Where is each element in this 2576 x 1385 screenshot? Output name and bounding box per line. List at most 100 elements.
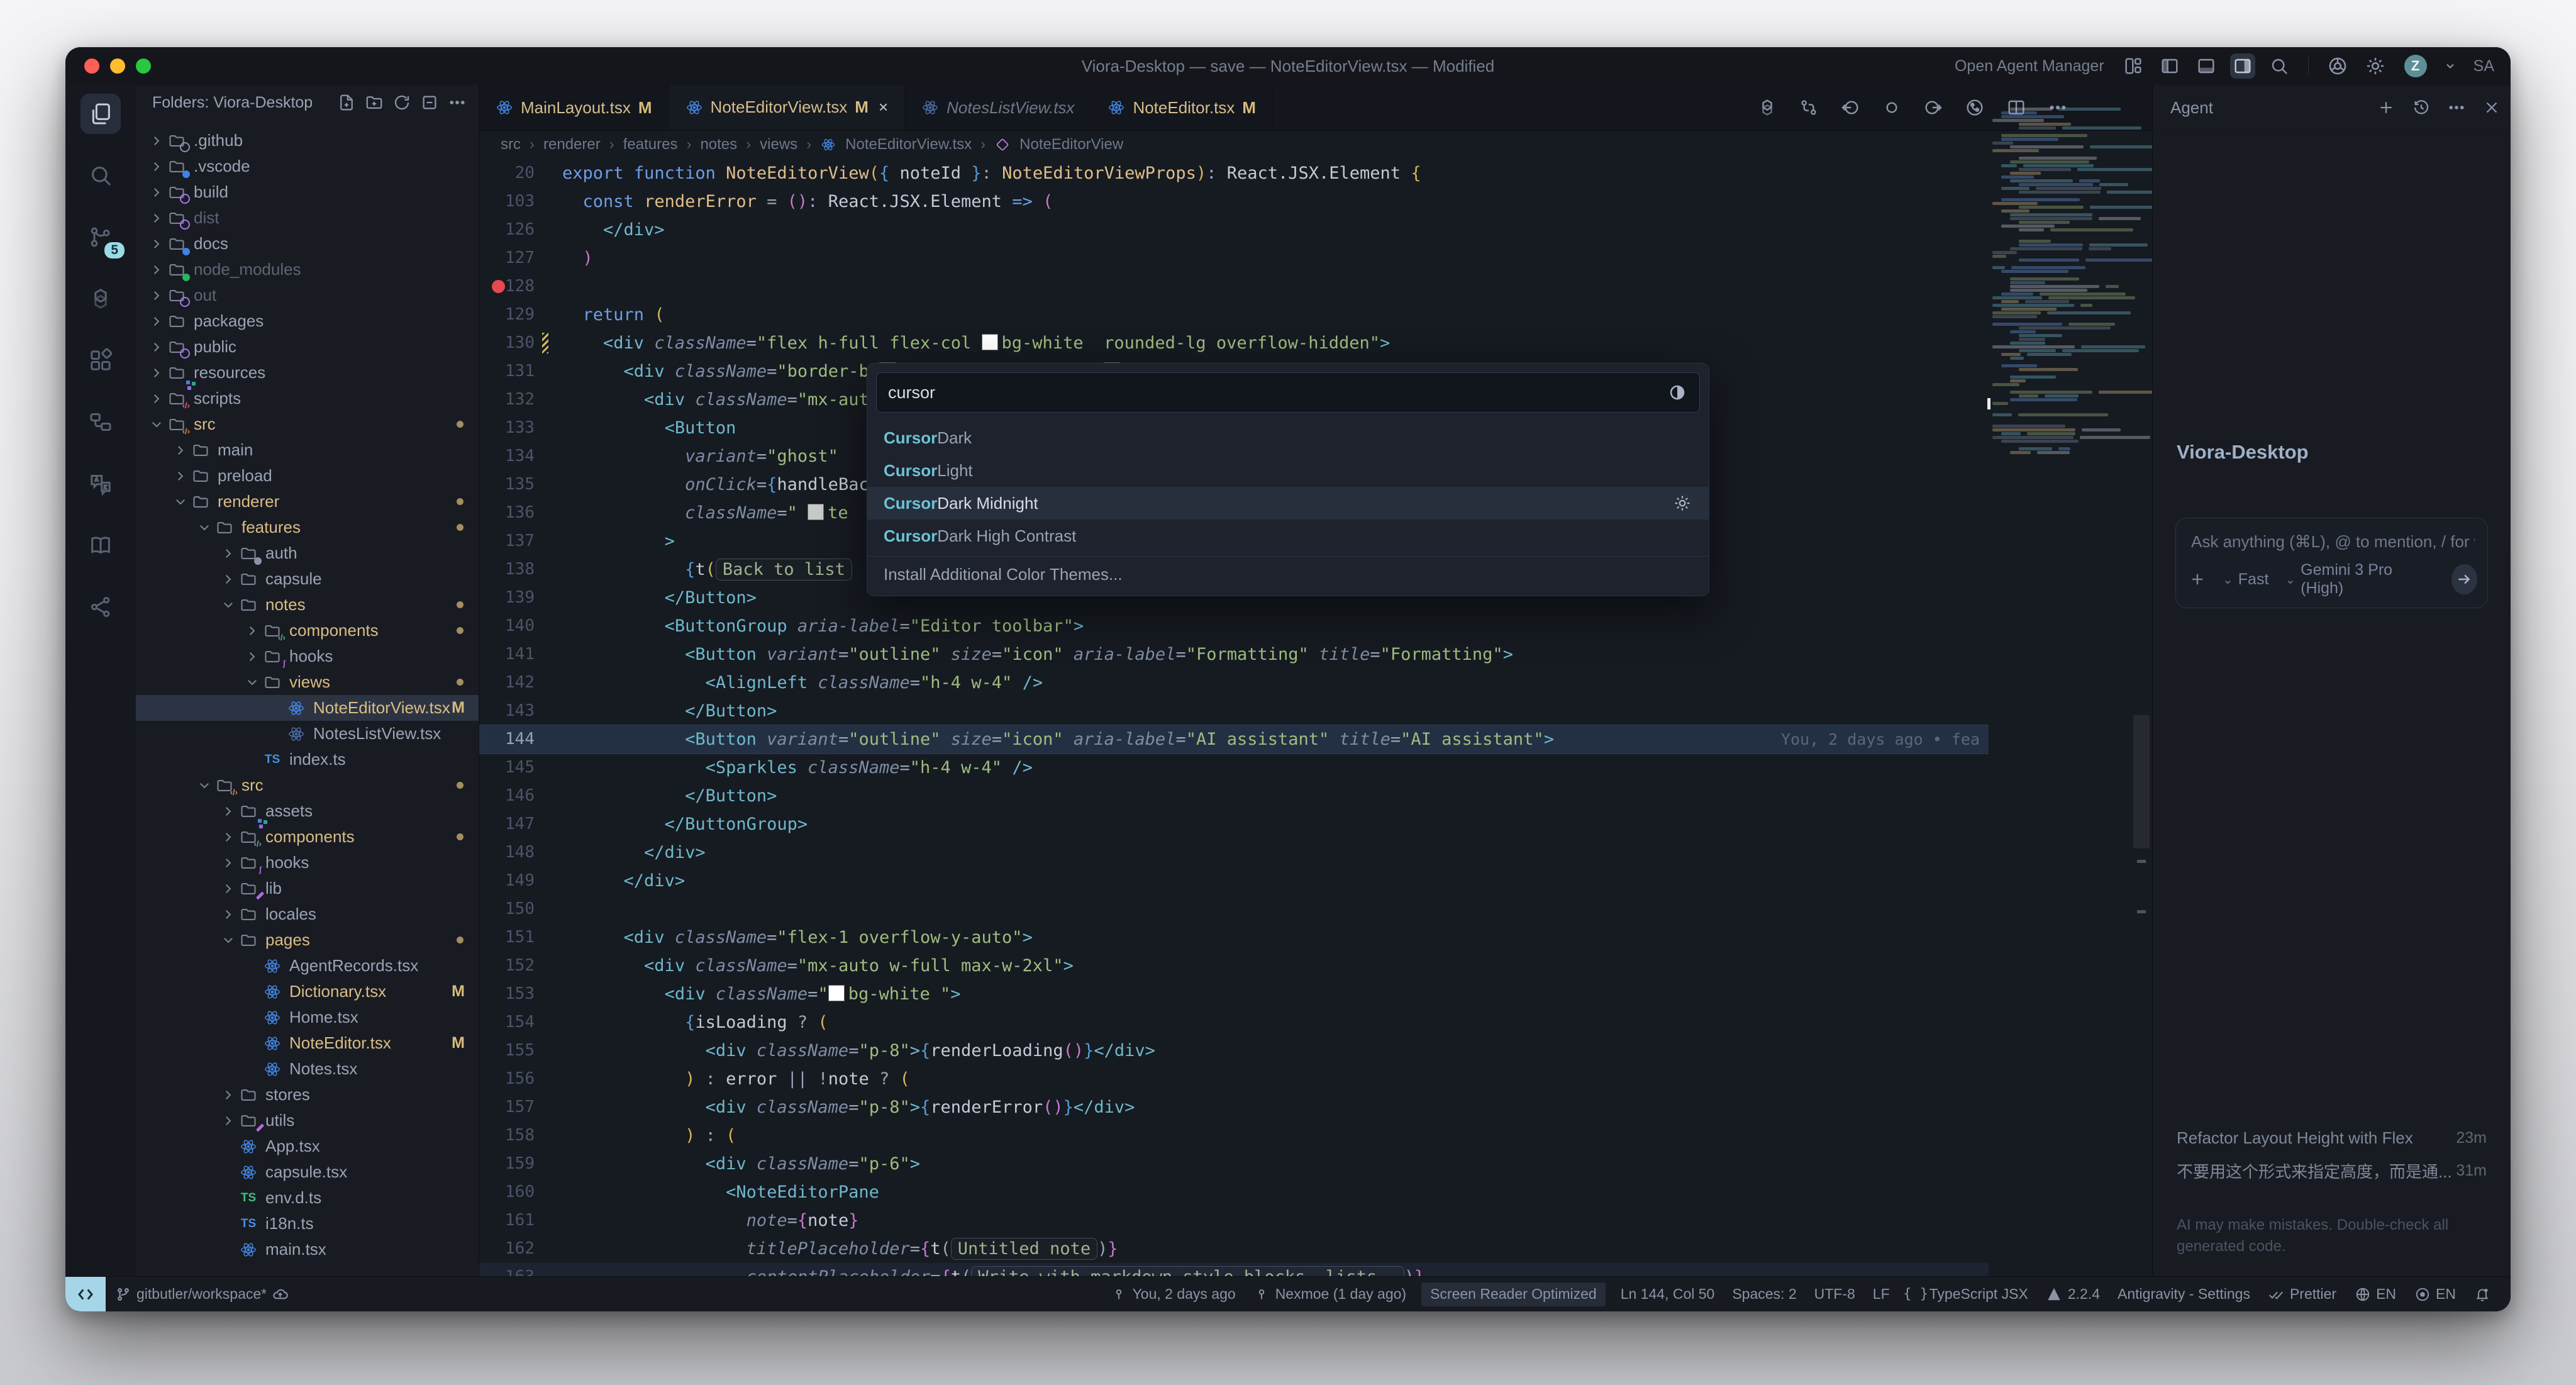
line-number[interactable]: 126 — [479, 216, 535, 244]
agent-input[interactable]: Ask anything (⌘L), @ to mention, / for w… — [2191, 532, 2475, 552]
breadcrumb-item[interactable]: src — [501, 136, 521, 153]
code-line-127[interactable]: 127 ) — [479, 244, 1989, 272]
open-agent-manager-label[interactable]: Open Agent Manager — [1955, 57, 2104, 75]
tree-item-NoteEditor.tsx[interactable]: NoteEditor.tsx M — [136, 1030, 479, 1056]
line-number[interactable]: 128 — [479, 272, 535, 301]
collapse-all-button[interactable] — [418, 91, 441, 114]
tree-item-i18n.ts[interactable]: TS i18n.ts — [136, 1211, 479, 1237]
line-number[interactable]: 160 — [479, 1178, 535, 1206]
activity-share[interactable] — [80, 587, 121, 627]
status-antigravity-settings[interactable]: Antigravity - Settings — [2109, 1286, 2259, 1303]
openai-button[interactable] — [1756, 96, 1779, 119]
tree-item-App.tsx[interactable]: App.tsx — [136, 1133, 479, 1159]
activity-flow[interactable] — [80, 402, 121, 442]
nav-forward-button[interactable] — [1922, 96, 1945, 119]
tree-item-features[interactable]: features — [136, 515, 479, 540]
avatar[interactable]: Z — [2404, 55, 2427, 77]
nav-dot-button[interactable] — [1880, 96, 1903, 119]
install-themes-item[interactable]: Install Additional Color Themes... — [867, 556, 1709, 592]
activity-files[interactable] — [80, 94, 121, 134]
breadcrumb-item[interactable]: renderer — [543, 136, 601, 153]
tree-item-components[interactable]: ‹/› components — [136, 824, 479, 850]
tab-NoteEditor.tsx[interactable]: NoteEditor.tsx M — [1091, 85, 1273, 130]
agent-input-card[interactable]: Ask anything (⌘L), @ to mention, / for w… — [2175, 518, 2488, 608]
line-number[interactable]: 134 — [479, 442, 535, 470]
tree-item-src[interactable]: ‹/› src — [136, 772, 479, 798]
plus-button[interactable] — [2368, 96, 2392, 119]
code-line-126[interactable]: 126 </div> — [479, 216, 1989, 244]
breadcrumb-item[interactable]: NoteEditorView.tsx — [845, 136, 972, 153]
git-graph-button[interactable] — [1963, 96, 1986, 119]
line-number[interactable]: 137 — [479, 527, 535, 555]
code-editor[interactable]: 20 export function NoteEditorView({ noteI… — [479, 159, 2152, 1277]
tree-item-hooks[interactable]: ʃ hooks — [136, 850, 479, 876]
line-number[interactable]: 142 — [479, 669, 535, 697]
close-button[interactable] — [2474, 96, 2497, 119]
code-line-129[interactable]: 129 return ( — [479, 301, 1989, 329]
history-button[interactable] — [2404, 96, 2429, 119]
minimap[interactable] — [1992, 108, 2173, 460]
breadcrumb-item[interactable]: features — [623, 136, 678, 153]
remote-indicator[interactable] — [65, 1277, 106, 1311]
activity-book[interactable] — [80, 525, 121, 565]
code-line-20[interactable]: 20 export function NoteEditorView({ noteI… — [479, 159, 1989, 187]
code-line-149[interactable]: 149 </div> — [479, 867, 1989, 895]
code-line-142[interactable]: 142 <AlignLeft className="h-4 w-4" /> — [479, 669, 1989, 697]
line-number[interactable]: 132 — [479, 386, 535, 414]
status-bell[interactable] — [2465, 1286, 2499, 1303]
theme-item-Cursor Dark Midnight[interactable]: Cursor Dark Midnight — [867, 487, 1709, 520]
code-line-157[interactable]: 157 <div className="p-8">{renderError()}… — [479, 1093, 1989, 1121]
tab-NotesListView.tsx[interactable]: NotesListView.tsx — [905, 85, 1092, 130]
tree-item-views[interactable]: views — [136, 669, 479, 695]
tree-item-pages[interactable]: pages — [136, 927, 479, 953]
breakpoint-icon[interactable] — [492, 280, 505, 293]
activity-source-control[interactable]: 5 — [80, 217, 125, 259]
line-number[interactable]: 144 — [479, 725, 535, 754]
tree-item-dist[interactable]: dist — [136, 205, 479, 231]
breadcrumb[interactable]: src › renderer › features › notes › views › NoteEd… — [479, 130, 2152, 159]
code-line-141[interactable]: 141 <Button variant="outline" size="icon… — [479, 640, 1989, 669]
tree-item-notes[interactable]: notes — [136, 592, 479, 618]
breadcrumb-item[interactable]: notes — [700, 136, 737, 153]
tree-item-public[interactable]: public — [136, 334, 479, 360]
theme-item-Cursor Light[interactable]: Cursor Light — [867, 454, 1709, 487]
tree-item-assets[interactable]: assets — [136, 798, 479, 824]
code-line-155[interactable]: 155 <div className="p-8">{renderLoading(… — [479, 1037, 1989, 1065]
tree-item-src[interactable]: ‹/› src — [136, 411, 479, 437]
code-line-146[interactable]: 146 </Button> — [479, 782, 1989, 810]
line-number[interactable]: 152 — [479, 952, 535, 980]
line-number[interactable]: 139 — [479, 584, 535, 612]
breadcrumb-item[interactable]: views — [760, 136, 797, 153]
line-number[interactable]: 133 — [479, 414, 535, 442]
code-line-163[interactable]: 163 contentPlaceholder={t(Write with mar… — [479, 1263, 1989, 1277]
code-line-150[interactable]: 150 — [479, 895, 1989, 923]
code-line-160[interactable]: 160 <NoteEditorPane — [479, 1178, 1989, 1206]
theme-item-Cursor Dark High Contrast[interactable]: Cursor Dark High Contrast — [867, 520, 1709, 552]
tree-item-build[interactable]: build — [136, 179, 479, 205]
status-en[interactable]: EN — [2345, 1286, 2405, 1303]
tree-item-stores[interactable]: stores — [136, 1082, 479, 1108]
line-number[interactable]: 156 — [479, 1065, 535, 1093]
agent-history-item[interactable]: 不要用这个形式来指定高度，而是通... 31m — [2177, 1157, 2487, 1184]
code-line-143[interactable]: 143 </Button> — [479, 697, 1989, 725]
layout-grid-button[interactable] — [2121, 53, 2146, 79]
code-line-158[interactable]: 158 ) : ( — [479, 1121, 1989, 1150]
line-number[interactable]: 153 — [479, 980, 535, 1008]
tree-item-packages[interactable]: packages — [136, 308, 479, 334]
tree-item-components[interactable]: ‹/› components — [136, 618, 479, 643]
tree-item-.vscode[interactable]: .vscode — [136, 153, 479, 179]
line-number[interactable]: 145 — [479, 754, 535, 782]
tree-item-capsule.tsx[interactable]: capsule.tsx — [136, 1159, 479, 1185]
line-number[interactable]: 158 — [479, 1121, 535, 1150]
code-line-159[interactable]: 159 <div className="p-6"> — [479, 1150, 1989, 1178]
tree-item-out[interactable]: out — [136, 282, 479, 308]
theme-item-Cursor Dark[interactable]: Cursor Dark — [867, 421, 1709, 454]
code-line-162[interactable]: 162 titlePlaceholder={t(Untitled note)} — [479, 1235, 1989, 1263]
panel-right-button[interactable] — [2229, 53, 2255, 79]
chevron-down-icon[interactable] — [2443, 60, 2457, 72]
refresh-button[interactable] — [391, 91, 413, 114]
tree-item-node_modules[interactable]: node_modules — [136, 257, 479, 282]
gear-icon[interactable] — [1672, 493, 1692, 513]
more-button[interactable] — [446, 91, 469, 114]
status-typescript-jsx[interactable]: { } TypeScript JSX — [1899, 1286, 2037, 1303]
